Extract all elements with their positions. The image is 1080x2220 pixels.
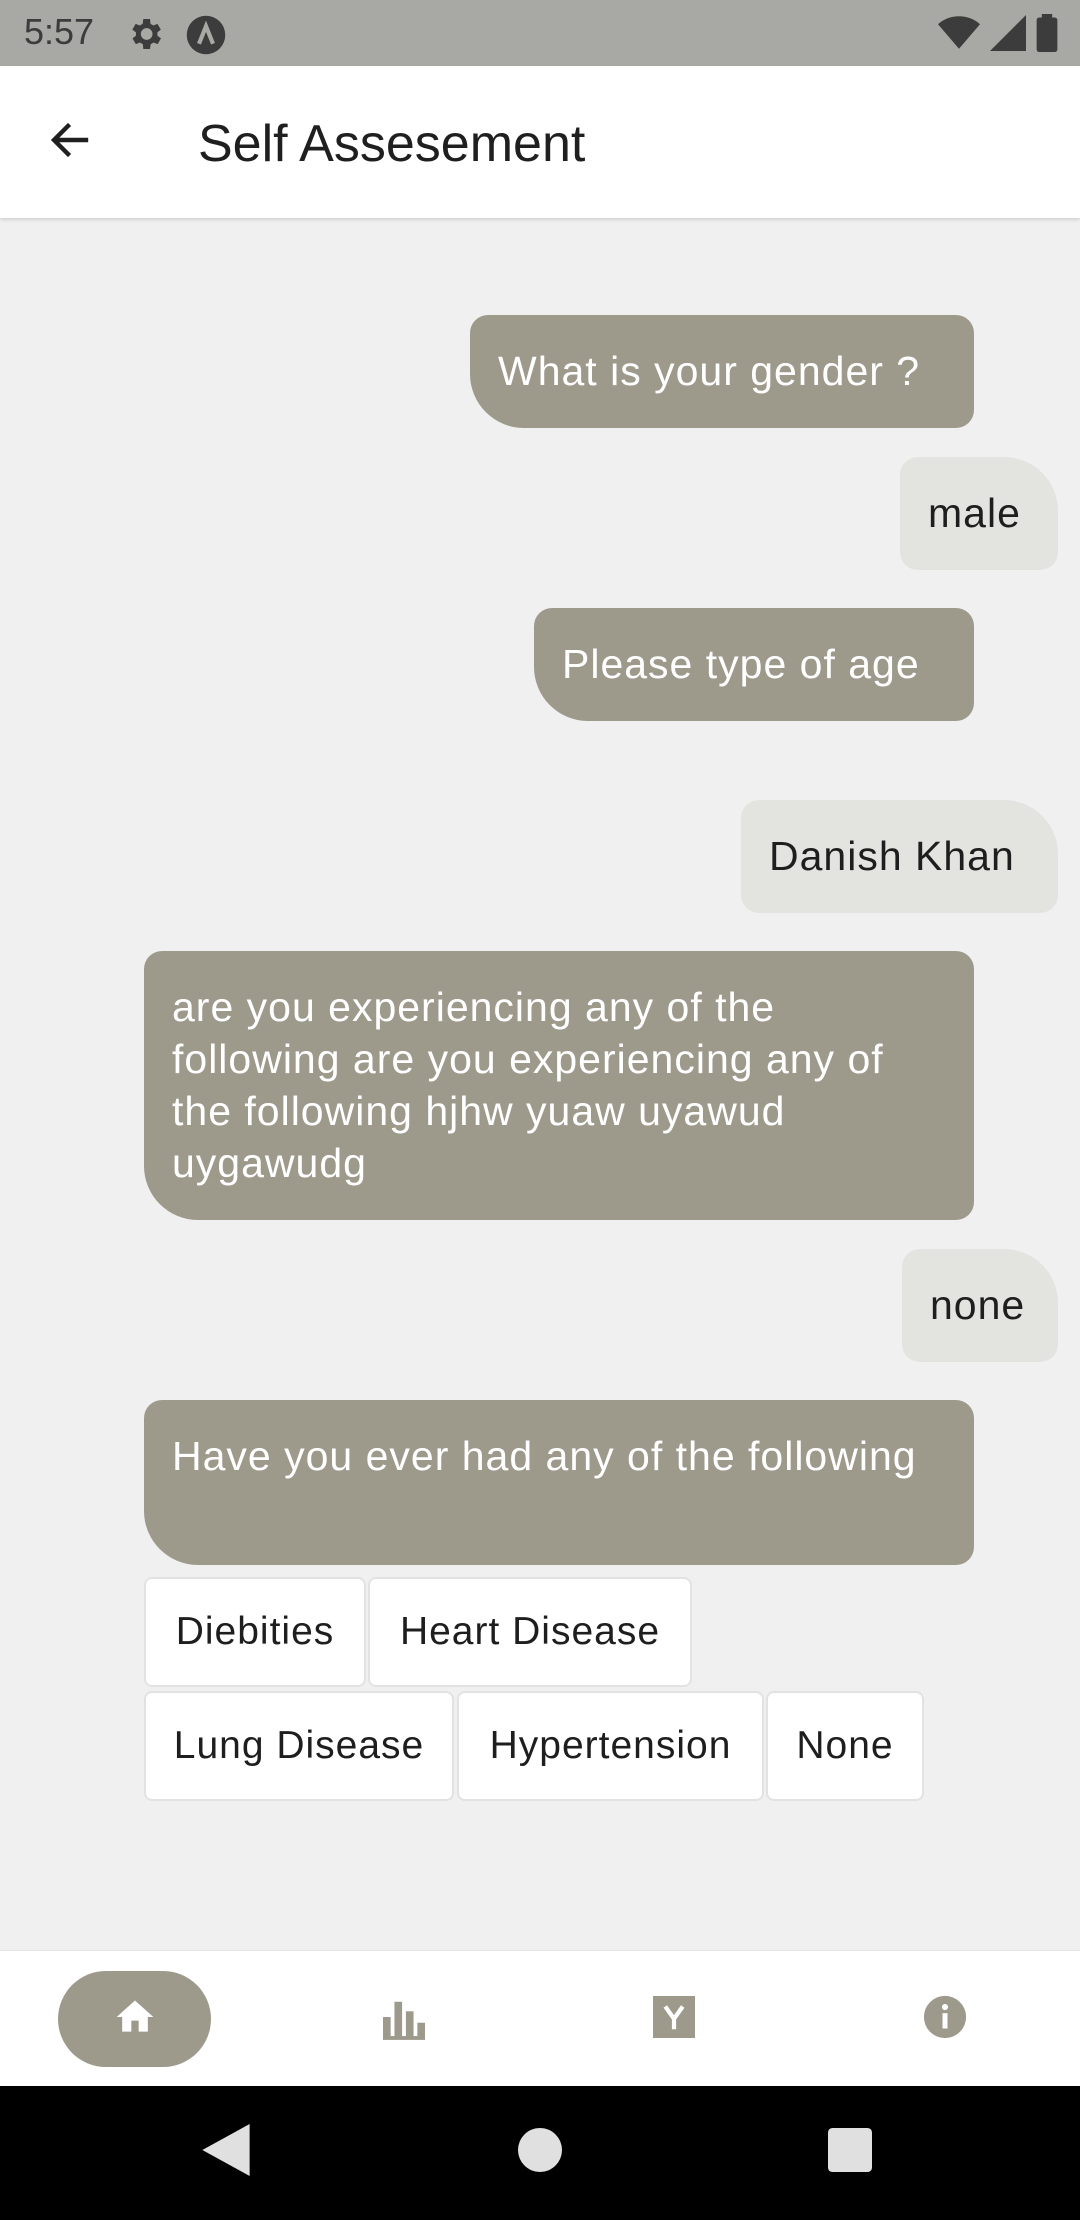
battery-icon — [1036, 14, 1058, 57]
option-none[interactable]: None — [766, 1691, 924, 1801]
bot-message: Please type of age — [534, 608, 974, 721]
message-text: none — [930, 1282, 1026, 1328]
gear-icon — [125, 14, 165, 54]
message-text: male — [928, 490, 1021, 536]
recents-square-icon — [828, 2127, 872, 2177]
message-text: What is your gender ? — [498, 348, 921, 394]
option-heart-disease[interactable]: Heart Disease — [368, 1577, 692, 1687]
system-recents-button[interactable] — [820, 2122, 880, 2182]
app-bar: Self Assesement — [0, 66, 1080, 218]
message-text: are you experiencing any of the followin… — [172, 984, 884, 1186]
bot-message: Have you ever had any of the following — [144, 1400, 974, 1565]
bot-message: are you experiencing any of the followin… — [144, 951, 974, 1220]
system-navigation-bar — [0, 2086, 1080, 2220]
message-text: Please type of age — [562, 641, 920, 687]
bottom-navigation — [0, 1950, 1080, 2087]
status-bar: 5:57 — [0, 0, 1080, 66]
back-triangle-icon — [202, 2123, 250, 2181]
status-time: 5:57 — [24, 11, 95, 52]
arrow-left-icon — [46, 116, 94, 169]
nav-home[interactable] — [58, 1971, 211, 2067]
bar-chart-icon — [383, 1994, 425, 2045]
bot-message: What is your gender ? — [470, 315, 974, 428]
status-icons — [938, 14, 1058, 57]
answer-options: Diebities Heart Disease Lung Disease Hyp… — [144, 1577, 944, 1807]
nav-news[interactable] — [614, 1971, 734, 2067]
user-message: Danish Khan — [741, 800, 1058, 913]
wifi-icon — [938, 15, 980, 56]
info-icon — [922, 1994, 968, 2045]
user-message: male — [900, 457, 1058, 570]
option-lung-disease[interactable]: Lung Disease — [144, 1691, 454, 1801]
chat-area[interactable]: What is your gender ? male Please type o… — [0, 218, 1080, 1948]
nav-stats[interactable] — [344, 1971, 464, 2067]
option-diebities[interactable]: Diebities — [144, 1577, 366, 1687]
a-badge-icon — [185, 14, 226, 55]
home-icon — [113, 1995, 157, 2044]
back-button[interactable] — [30, 106, 110, 178]
option-hypertension[interactable]: Hypertension — [457, 1691, 764, 1801]
message-text: Danish Khan — [769, 833, 1015, 879]
message-text: Have you ever had any of the following — [172, 1433, 917, 1479]
cellular-icon — [990, 15, 1026, 56]
home-circle-icon — [518, 2127, 562, 2177]
system-back-button[interactable] — [196, 2122, 256, 2182]
nav-info[interactable] — [885, 1971, 1005, 2067]
y-news-icon — [653, 1995, 695, 2043]
user-message: none — [902, 1249, 1058, 1362]
system-home-button[interactable] — [510, 2122, 570, 2182]
page-title: Self Assesement — [198, 115, 586, 173]
